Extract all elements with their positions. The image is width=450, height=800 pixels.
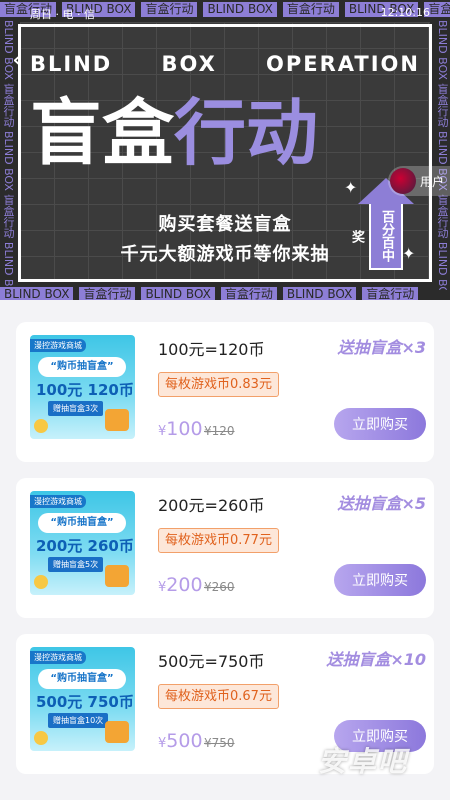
title-white-part: 盲盒: [30, 91, 175, 175]
buy-now-button[interactable]: 立即购买: [334, 564, 426, 596]
thumb-gift: 赠抽盲盒10次: [48, 713, 109, 728]
package-thumbnail: 漫控游戏商城 “购币抽盲盒” 200元 260币 赠抽盲盒5次: [30, 491, 135, 595]
coin-icon: [34, 575, 48, 589]
unit-price-tag: 每枚游戏币0.67元: [158, 684, 279, 709]
price-value: 100: [166, 418, 203, 440]
english-word: OPERATION: [266, 52, 420, 76]
package-price: ¥100: [158, 418, 203, 440]
thumb-amount: 100元 120币: [36, 381, 134, 399]
user-entry[interactable]: 用户: [388, 166, 450, 196]
price-value: 200: [166, 574, 203, 596]
ribbon-item: BLIND BOX: [203, 2, 277, 17]
thumb-gift: 赠抽盲盒5次: [48, 557, 104, 572]
title-purple-part: 行动: [174, 91, 319, 175]
package-card: 漫控游戏商城 “购币抽盲盒” 100元 120币 赠抽盲盒3次 100元=120…: [16, 322, 434, 462]
thumb-heading: “购币抽盲盒”: [38, 669, 126, 689]
package-thumbnail: 漫控游戏商城 “购币抽盲盒” 100元 120币 赠抽盲盒3次: [30, 335, 135, 439]
ribbon-item: 盲盒行动: [79, 287, 136, 300]
blind-box-bonus-badge: 送抽盲盒×10: [326, 650, 426, 669]
status-bar-time: 12:10:16: [380, 6, 430, 19]
unit-price-tag: 每枚游戏币0.83元: [158, 372, 279, 397]
english-word: BOX: [161, 52, 217, 76]
thumb-tag: 漫控游戏商城: [30, 495, 86, 508]
original-price: ¥750: [204, 736, 235, 750]
sparkle-icon: ✦: [344, 178, 358, 197]
coin-icon: [34, 731, 48, 745]
avatar: [390, 168, 416, 194]
english-word: BLIND: [30, 52, 113, 76]
unit-price-tag: 每枚游戏币0.77元: [158, 528, 279, 553]
thumb-heading: “购币抽盲盒”: [38, 513, 126, 533]
thumb-amount: 500元 750币: [36, 693, 134, 711]
buy-now-button[interactable]: 立即购买: [334, 408, 426, 440]
banner-english-title: BLIND BOX OPERATION: [30, 52, 420, 76]
thumb-tag: 漫控游戏商城: [30, 339, 86, 352]
thumb-amount: 200元 260币: [36, 537, 134, 555]
back-arrow-icon[interactable]: ‹: [12, 45, 22, 75]
ribbon-item: 盲盒行动: [141, 2, 198, 17]
banner-ribbon-bottom: BLIND BOX 盲盒行动 BLIND BOX 盲盒行动 BLIND BOX …: [0, 287, 419, 300]
package-price: ¥500: [158, 730, 203, 752]
ribbon-item: 盲盒行动: [362, 287, 419, 300]
package-thumbnail: 漫控游戏商城 “购币抽盲盒” 500元 750币 赠抽盲盒10次: [30, 647, 135, 751]
original-price: ¥120: [204, 424, 235, 438]
watermark-text: 安卓吧: [318, 745, 409, 778]
thumb-tag: 漫控游戏商城: [30, 651, 86, 664]
ribbon-item: BLIND BOX: [282, 287, 357, 300]
ribbon-item: 盲盒行动: [220, 287, 277, 300]
ribbon-item: BLIND BOX: [0, 287, 74, 300]
blind-box-bonus-badge: 送抽盲盒×3: [337, 338, 426, 357]
coin-icon: [34, 419, 48, 433]
ribbon-item: 盲盒行动: [282, 2, 339, 17]
package-title: 100元=120币: [158, 340, 265, 359]
package-title: 200元=260币: [158, 496, 265, 515]
user-label: 用户: [420, 174, 445, 189]
price-value: 500: [166, 730, 203, 752]
package-card: 漫控游戏商城 “购币抽盲盒” 200元 260币 赠抽盲盒5次 200元=260…: [16, 478, 434, 618]
banner-main-title: 盲盒 行动: [30, 88, 318, 178]
blind-box-bonus-badge: 送抽盲盒×5: [337, 494, 426, 513]
gift-box-icon: [105, 409, 129, 431]
original-price: ¥260: [204, 580, 235, 594]
thumb-gift: 赠抽盲盒3次: [48, 401, 104, 416]
ribbon-item: BLIND BOX: [141, 287, 215, 300]
promo-banner: 盲盒行动 BLIND BOX 盲盒行动 BLIND BOX 盲盒行动 BLIND…: [0, 0, 450, 300]
status-bar-left: 周日 · 电 · 信: [30, 8, 95, 21]
arrow-label: 百分百中奖: [349, 204, 403, 270]
gift-box-icon: [105, 565, 129, 587]
package-price: ¥200: [158, 574, 203, 596]
package-title: 500元=750币: [158, 652, 265, 671]
thumb-heading: “购币抽盲盒”: [38, 357, 126, 377]
gift-box-icon: [105, 721, 129, 743]
